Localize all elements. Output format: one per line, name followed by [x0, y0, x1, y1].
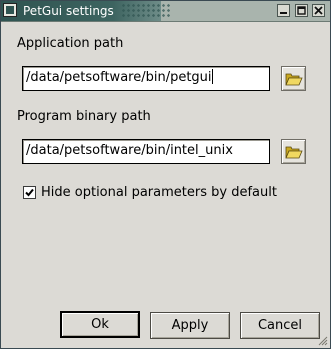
application-path-value: /data/petsoftware/bin/petgui — [26, 70, 212, 85]
browse-binary-button[interactable] — [281, 139, 306, 164]
cancel-button[interactable]: Cancel — [240, 312, 320, 339]
maximize-button[interactable] — [295, 4, 308, 17]
folder-open-icon — [285, 73, 303, 86]
browse-application-button[interactable] — [281, 66, 306, 91]
title-bar[interactable]: PetGui settings — [1, 1, 330, 22]
program-binary-path-label: Program binary path — [17, 109, 151, 124]
text-caret — [211, 69, 213, 84]
checkmark-icon — [25, 188, 34, 197]
minimize-button[interactable] — [277, 4, 290, 17]
hide-optional-label[interactable]: Hide optional parameters by default — [41, 185, 277, 201]
application-path-input[interactable]: /data/petsoftware/bin/petgui — [22, 66, 270, 91]
close-button[interactable] — [312, 4, 325, 17]
resize-grip-icon[interactable] — [318, 336, 328, 346]
title-bar-pattern — [121, 3, 171, 19]
window-menu-icon[interactable] — [3, 3, 17, 17]
minimize-icon — [280, 12, 287, 14]
hide-optional-checkbox[interactable] — [23, 186, 36, 199]
window-title: PetGui settings — [23, 4, 114, 18]
folder-open-icon — [285, 146, 303, 159]
close-icon — [314, 6, 323, 15]
settings-dialog: PetGui settings Application path /data/p… — [0, 0, 331, 349]
maximize-icon — [297, 6, 306, 15]
application-path-label: Application path — [17, 36, 124, 51]
apply-button[interactable]: Apply — [150, 312, 230, 339]
ok-button[interactable]: Ok — [60, 311, 140, 338]
program-binary-path-value: /data/petsoftware/bin/intel_unix — [26, 143, 233, 158]
program-binary-path-input[interactable]: /data/petsoftware/bin/intel_unix — [22, 139, 270, 164]
